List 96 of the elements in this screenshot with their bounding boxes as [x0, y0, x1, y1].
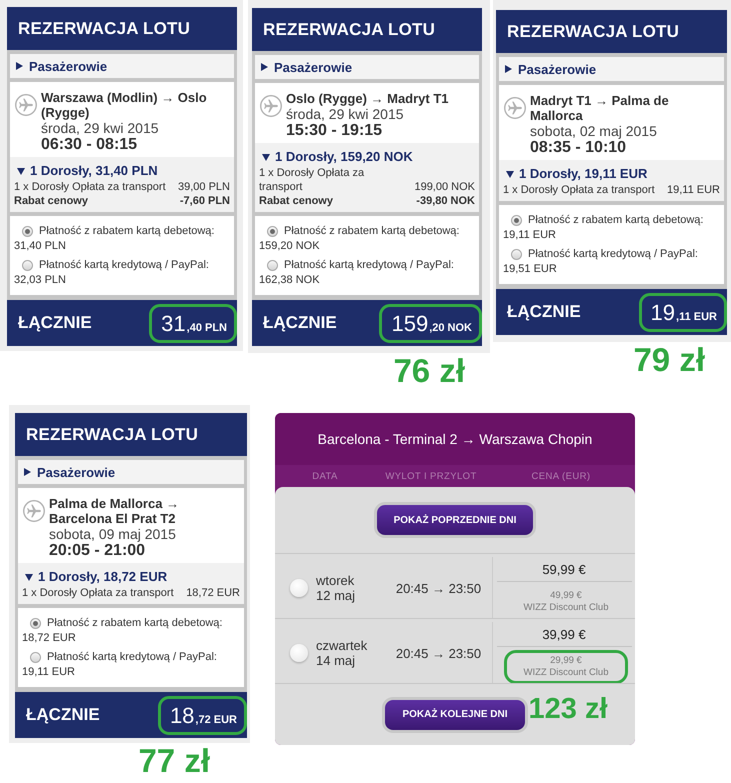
annotation-text: 76 zł: [393, 353, 465, 389]
fare-line-label: Rabat cenowy: [259, 194, 333, 208]
day-name: czwartek: [316, 638, 368, 653]
payment-option-label: Płatność kartą kredytową / PayPal:: [528, 248, 698, 260]
header-bar: REZERWACJA LOTU: [7, 7, 237, 50]
airplane-icon: [504, 97, 526, 119]
payment-option-label: Płatność z rabatem kartą debetową:: [284, 224, 460, 238]
fare-toggle[interactable]: 1 Dorosły, 19,11 EUR: [503, 165, 648, 183]
flight-times: 20:45 → 23:50: [396, 580, 482, 596]
club-price: 29,99 €: [550, 655, 582, 667]
payment-amount: 19,51 EUR: [503, 262, 557, 277]
column-header: CENA (EUR): [532, 470, 590, 482]
passengers-toggle[interactable]: Pasażerowie: [18, 460, 244, 484]
club-price: 49,99 €: [550, 590, 582, 602]
route-text: Oslo (Rygge) → Madryt T1: [286, 91, 449, 106]
fare-line-amount: 19,11 EUR: [667, 183, 720, 197]
flight-times: 06:30 - 08:15: [41, 136, 138, 154]
fare-line-label: 1 x Dorosły Opłata za transport: [22, 586, 174, 600]
flight-times: 08:35 - 10:10: [530, 139, 626, 157]
flight-times: 20:45 → 23:50: [396, 646, 482, 660]
payment-option-label: Płatność z rabatem kartą debetową:: [47, 616, 222, 630]
payment-option-label: Płatność kartą kredytową / PayPal:: [47, 650, 217, 664]
column-header: WYLOT I PRZYLOT: [385, 470, 477, 482]
passengers-toggle[interactable]: Pasażerowie: [499, 57, 724, 81]
annotation-text: 79 zł: [633, 342, 705, 378]
header-bar: REZERWACJA LOTU: [15, 413, 247, 456]
fare-line-amount: 199,00 NOK: [414, 180, 475, 194]
radio-button[interactable]: [511, 248, 522, 260]
airplane-icon: [15, 94, 37, 116]
total-label: ŁĄCZNIE: [26, 705, 100, 725]
annotation-text: 77 zł: [138, 743, 210, 779]
payment-option-label: Płatność z rabatem kartą debetową:: [528, 214, 704, 226]
fare-line-amount: 18,72 EUR: [186, 586, 240, 600]
fare-line-amount: -39,80 NOK: [416, 194, 475, 208]
payment-amount: 32,03 PLN: [14, 273, 66, 288]
radio-button[interactable]: [511, 214, 522, 226]
fare-line-label: 1 x Dorosły Opłata za transport: [503, 183, 655, 197]
next-days-button[interactable]: POKAŻ KOLEJNE DNI: [385, 700, 524, 730]
total-price: 31,40 PLN: [149, 304, 237, 342]
route-text: Warszawa (Modlin) → Oslo (Rygge): [41, 90, 208, 120]
fare-toggle[interactable]: 1 Dorosły, 159,20 NOK: [259, 148, 413, 166]
day-name: wtorek: [316, 573, 354, 588]
payment-option-label: Płatność kartą kredytową / PayPal:: [39, 258, 209, 272]
fare-line-amount: 39,00 PLN: [178, 180, 230, 194]
radio-button[interactable]: [22, 226, 33, 236]
column-header: DATA: [312, 470, 338, 482]
radio-button[interactable]: [290, 644, 308, 662]
total-price: 19,11 EUR: [638, 292, 727, 332]
header-bar: REZERWACJA LOTU: [252, 8, 482, 51]
payment-amount: 159,20 NOK: [259, 239, 320, 254]
total-price: 159,20 NOK: [379, 304, 482, 342]
total-label: ŁĄCZNIE: [263, 313, 337, 333]
radio-button[interactable]: [267, 226, 278, 236]
radio-button[interactable]: [30, 618, 41, 628]
flight-date: środa, 29 kwi 2015: [286, 106, 404, 122]
fare-line-label: 1 x Dorosły Opłata za transport: [259, 166, 366, 194]
flight-date: sobota, 09 maj 2015: [49, 526, 176, 542]
payment-option-label: Płatność kartą kredytową / PayPal:: [284, 258, 454, 272]
annotation-text: 123 zł: [528, 692, 608, 724]
radio-button[interactable]: [267, 260, 278, 270]
payment-option-label: Płatność z rabatem kartą debetową:: [39, 224, 214, 238]
total-label: ŁĄCZNIE: [18, 313, 92, 333]
payment-amount: 18,72 EUR: [22, 631, 76, 646]
total-label: ŁĄCZNIE: [507, 302, 581, 322]
radio-button[interactable]: [290, 579, 308, 597]
fare-line-label: Rabat cenowy: [14, 194, 88, 208]
airplane-icon: [23, 500, 45, 522]
day-date: 12 maj: [316, 588, 356, 603]
previous-days-button[interactable]: POKAŻ POPRZEDNIE DNI: [376, 505, 534, 535]
payment-amount: 19,11 EUR: [22, 665, 75, 680]
flight-date: sobota, 02 maj 2015: [530, 123, 657, 139]
total-price: 18,72 EUR: [158, 696, 247, 734]
airplane-icon: [260, 95, 282, 117]
title-bar: Barcelona - Terminal 2 → Warszawa Chopin: [275, 413, 635, 465]
passengers-toggle[interactable]: Pasażerowie: [255, 55, 479, 79]
payment-amount: 162,38 NOK: [259, 273, 320, 288]
club-label: WIZZ Discount Club: [524, 667, 608, 679]
flight-times: 20:05 - 21:00: [49, 542, 146, 560]
flight-date: środa, 29 kwi 2015: [41, 120, 159, 136]
payment-amount: 19,11 EUR: [503, 228, 556, 243]
fare-price: 59,99 €: [542, 561, 586, 578]
club-label: WIZZ Discount Club: [524, 602, 608, 614]
fare-line-label: 1 x Dorosły Opłata za transport: [14, 180, 166, 194]
radio-button[interactable]: [22, 260, 33, 270]
fare-line-amount: -7,60 PLN: [180, 194, 230, 208]
passengers-toggle[interactable]: Pasażerowie: [10, 54, 234, 78]
route-text: Palma de Mallorca → Barcelona El Prat T2: [49, 496, 180, 526]
header-bar: REZERWACJA LOTU: [496, 10, 727, 53]
flight-times: 15:30 - 19:15: [286, 122, 382, 140]
fare-toggle[interactable]: 1 Dorosły, 18,72 EUR: [22, 568, 168, 586]
payment-amount: 31,40 PLN: [14, 239, 66, 254]
fare-price: 39,99 €: [542, 626, 586, 643]
route-text: Madryt T1 → Palma de Mallorca: [530, 93, 670, 123]
day-date: 14 maj: [316, 653, 356, 668]
radio-button[interactable]: [30, 652, 41, 662]
fare-toggle[interactable]: 1 Dorosły, 31,40 PLN: [14, 162, 158, 180]
